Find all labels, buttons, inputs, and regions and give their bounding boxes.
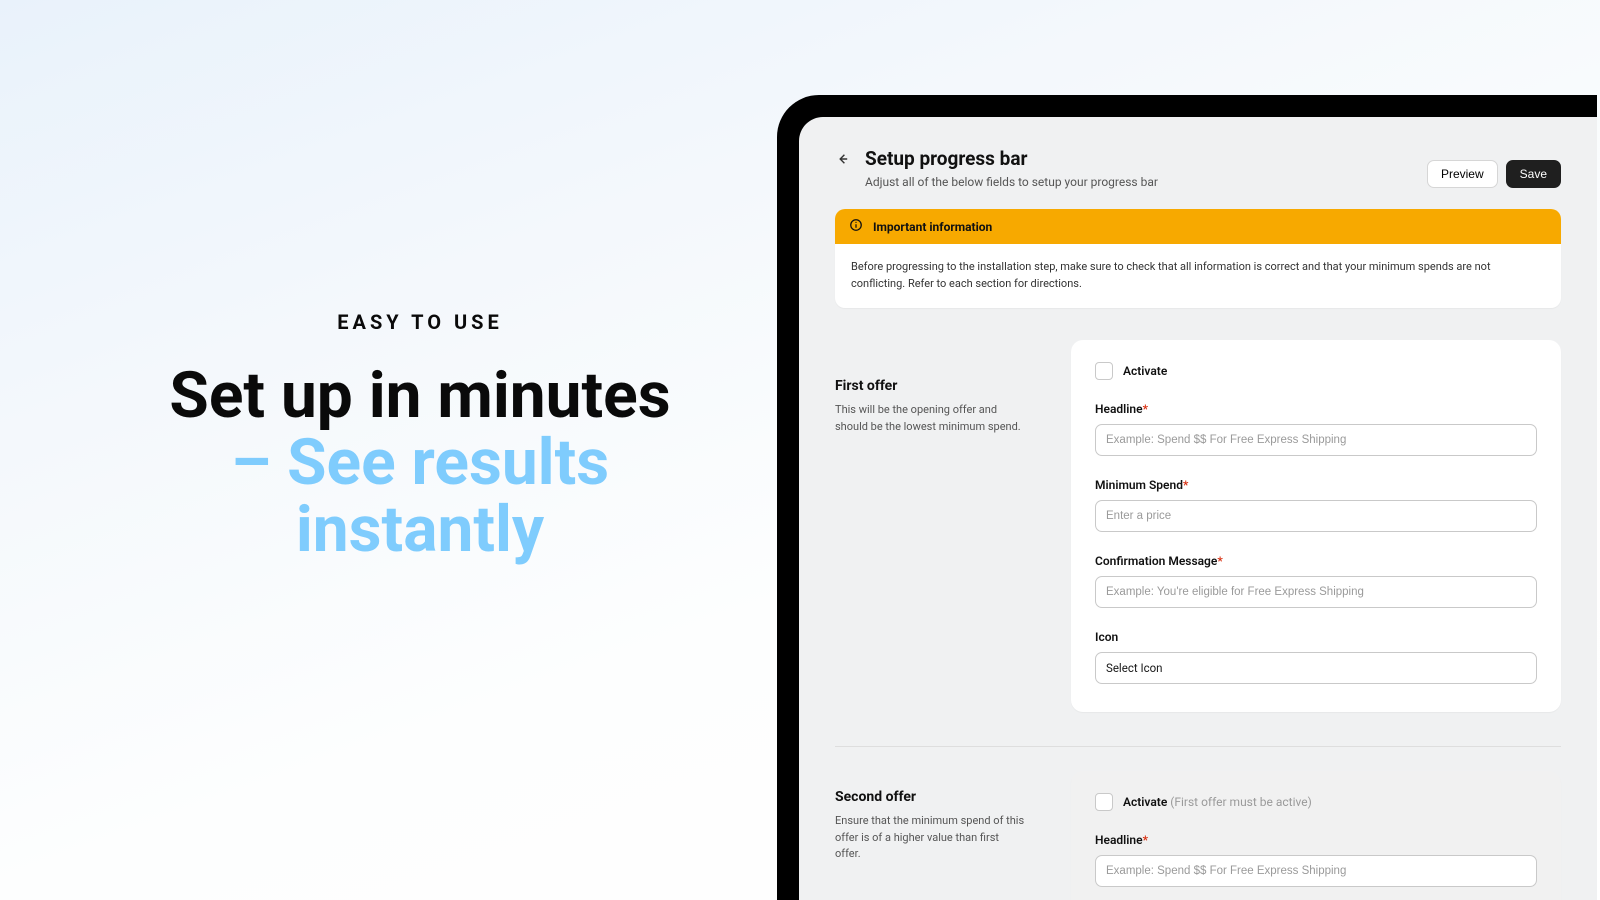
first-confirm-input[interactable]	[1095, 576, 1537, 608]
first-activate-checkbox[interactable]	[1095, 362, 1113, 380]
first-confirm-label: Confirmation Message*	[1095, 554, 1223, 568]
second-activate-checkbox[interactable]	[1095, 793, 1113, 811]
first-offer-card: Activate Headline* Minimum Spend* Confir…	[1071, 340, 1561, 712]
marketing-backdrop: EASY TO USE Set up in minutes – See resu…	[0, 0, 1600, 900]
marketing-copy: EASY TO USE Set up in minutes – See resu…	[160, 310, 680, 564]
first-minspend-field: Minimum Spend*	[1095, 474, 1537, 532]
marketing-subhead: – See results instantly	[160, 429, 680, 563]
alert-body: Before progressing to the installation s…	[835, 244, 1561, 308]
info-icon	[849, 218, 863, 235]
eyebrow-text: EASY TO USE	[160, 310, 680, 334]
first-activate-row: Activate	[1095, 362, 1537, 380]
app-header: Setup progress bar Adjust all of the bel…	[835, 147, 1561, 189]
marketing-headline: Set up in minutes	[160, 362, 680, 429]
second-activate-label: Activate (First offer must be active)	[1123, 795, 1312, 809]
second-offer-card: Activate (First offer must be active) He…	[1071, 771, 1561, 900]
first-headline-label: Headline*	[1095, 402, 1148, 416]
first-offer-row: First offer This will be the opening off…	[835, 340, 1561, 712]
alert-header: Important information	[835, 209, 1561, 244]
first-icon-select[interactable]: Select Icon	[1095, 652, 1537, 684]
page-subtitle: Adjust all of the below fields to setup …	[865, 175, 1158, 189]
tablet-frame: Setup progress bar Adjust all of the bel…	[777, 95, 1597, 900]
first-minspend-label: Minimum Spend*	[1095, 478, 1188, 492]
first-icon-field: Icon Select Icon	[1095, 626, 1537, 684]
second-offer-name: Second offer	[835, 789, 1043, 805]
first-offer-desc: This will be the opening offer and shoul…	[835, 402, 1025, 435]
first-confirm-field: Confirmation Message*	[1095, 550, 1537, 608]
app-root: Setup progress bar Adjust all of the bel…	[799, 117, 1597, 900]
alert-title: Important information	[873, 220, 992, 234]
save-button[interactable]: Save	[1506, 160, 1561, 188]
first-activate-label: Activate	[1123, 364, 1167, 378]
tablet-screen: Setup progress bar Adjust all of the bel…	[799, 117, 1597, 900]
second-offer-sidebar: Second offer Ensure that the minimum spe…	[835, 771, 1043, 900]
first-icon-label: Icon	[1095, 630, 1118, 644]
first-offer-sidebar: First offer This will be the opening off…	[835, 340, 1043, 712]
header-buttons: Preview Save	[1427, 160, 1561, 188]
second-headline-label: Headline*	[1095, 833, 1148, 847]
second-headline-field: Headline*	[1095, 829, 1537, 887]
second-activate-note: (First offer must be active)	[1170, 795, 1312, 809]
second-offer-row: Second offer Ensure that the minimum spe…	[835, 771, 1561, 900]
second-offer-desc: Ensure that the minimum spend of this of…	[835, 813, 1025, 863]
title-block: Setup progress bar Adjust all of the bel…	[835, 147, 1158, 189]
first-headline-input[interactable]	[1095, 424, 1537, 456]
back-arrow-icon[interactable]	[835, 151, 851, 167]
first-offer-name: First offer	[835, 378, 1043, 394]
first-minspend-input[interactable]	[1095, 500, 1537, 532]
page-title: Setup progress bar	[865, 147, 1158, 170]
offer-divider	[835, 746, 1561, 747]
first-headline-field: Headline*	[1095, 398, 1537, 456]
second-activate-row: Activate (First offer must be active)	[1095, 793, 1537, 811]
important-alert: Important information Before progressing…	[835, 209, 1561, 308]
preview-button[interactable]: Preview	[1427, 160, 1498, 188]
second-headline-input[interactable]	[1095, 855, 1537, 887]
